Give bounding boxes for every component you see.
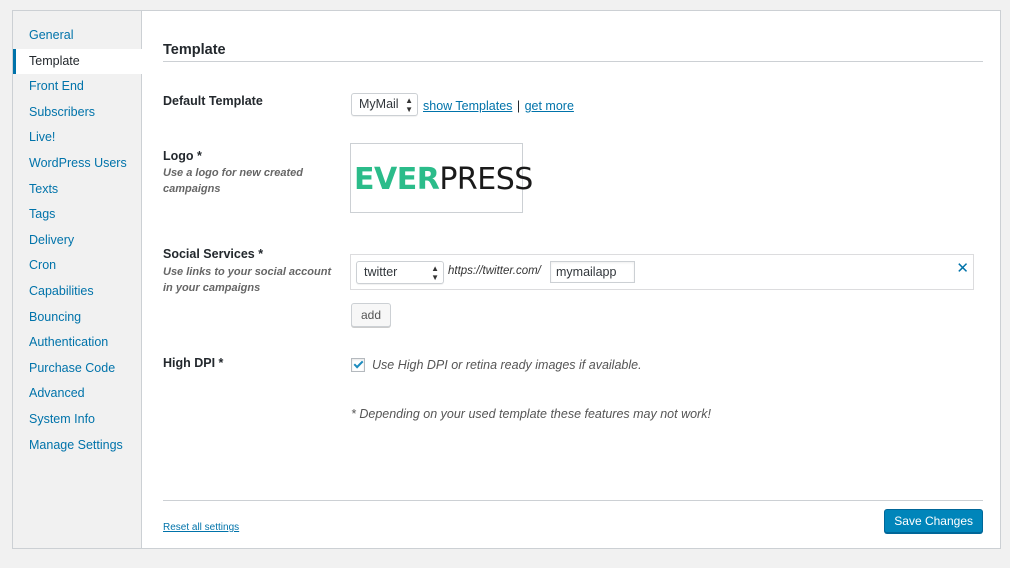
sidebar-item-subscribers[interactable]: Subscribers: [13, 100, 141, 126]
sidebar-item-delivery[interactable]: Delivery: [13, 228, 141, 254]
sidebar-item-wordpress-users[interactable]: WordPress Users: [13, 151, 141, 177]
sidebar-item-bouncing[interactable]: Bouncing: [13, 305, 141, 331]
section-title: Template: [163, 42, 226, 58]
sidebar-item-texts[interactable]: Texts: [13, 177, 141, 203]
add-social-button[interactable]: add: [351, 303, 392, 327]
logo-label: Logo *: [163, 149, 202, 163]
high-dpi-text: Use High DPI or retina ready images if a…: [372, 358, 642, 372]
select-arrows-icon: ▲ ▼: [431, 264, 439, 282]
checkmark-icon: [353, 358, 364, 369]
social-username-input[interactable]: mymailapp: [550, 261, 635, 283]
logo-description: Use a logo for new created campaigns: [163, 167, 303, 195]
save-changes-button[interactable]: Save Changes: [884, 509, 983, 533]
social-service-row: twitter ▲ ▼ https://twitter.com/ mymailap…: [350, 254, 974, 290]
show-templates-link[interactable]: show Templates: [423, 99, 512, 113]
settings-panel: General Template Front End Subscribers L…: [12, 10, 1001, 549]
social-service-select[interactable]: twitter ▲ ▼: [356, 261, 444, 284]
sidebar-item-template[interactable]: Template: [13, 48, 142, 75]
high-dpi-label: High DPI *: [163, 356, 224, 370]
sidebar-item-manage-settings[interactable]: Manage Settings: [13, 433, 141, 459]
reset-settings-link[interactable]: Reset all settings: [163, 522, 239, 533]
high-dpi-checkbox[interactable]: [351, 358, 365, 372]
sidebar-item-general[interactable]: General: [13, 23, 141, 49]
template-links: show Templates | get more: [423, 97, 574, 115]
social-services-description: Use links to your social account in your…: [163, 266, 332, 294]
select-arrows-icon: ▲ ▼: [405, 96, 413, 114]
title-divider: [163, 61, 983, 62]
footer-divider: [163, 500, 983, 501]
sidebar-item-system-info[interactable]: System Info: [13, 407, 141, 433]
everpress-logo: EVERPRESS: [354, 162, 533, 197]
default-template-select[interactable]: MyMail ▲ ▼: [351, 93, 418, 116]
sidebar-item-authentication[interactable]: Authentication: [13, 330, 141, 356]
close-icon[interactable]: ✕: [956, 259, 969, 277]
sidebar-item-capabilities[interactable]: Capabilities: [13, 279, 141, 305]
sidebar-item-cron[interactable]: Cron: [13, 253, 141, 279]
features-note: * Depending on your used template these …: [351, 407, 711, 421]
default-template-value: MyMail: [359, 97, 399, 111]
sidebar-item-purchase-code[interactable]: Purchase Code: [13, 356, 141, 382]
sidebar-item-advanced[interactable]: Advanced: [13, 381, 141, 407]
settings-sidebar: General Template Front End Subscribers L…: [13, 11, 142, 548]
sidebar-item-front-end[interactable]: Front End: [13, 74, 141, 100]
sidebar-item-live[interactable]: Live!: [13, 125, 141, 151]
sidebar-item-tags[interactable]: Tags: [13, 202, 141, 228]
social-service-value: twitter: [364, 265, 398, 279]
social-url-prefix: https://twitter.com/: [448, 265, 541, 277]
settings-content: Template Default Template MyMail ▲ ▼ show…: [163, 11, 1000, 548]
get-more-link[interactable]: get more: [525, 99, 574, 113]
logo-preview[interactable]: EVERPRESS: [350, 143, 533, 213]
social-services-label: Social Services *: [163, 247, 264, 261]
link-separator: |: [516, 99, 521, 113]
default-template-label: Default Template: [163, 94, 263, 108]
